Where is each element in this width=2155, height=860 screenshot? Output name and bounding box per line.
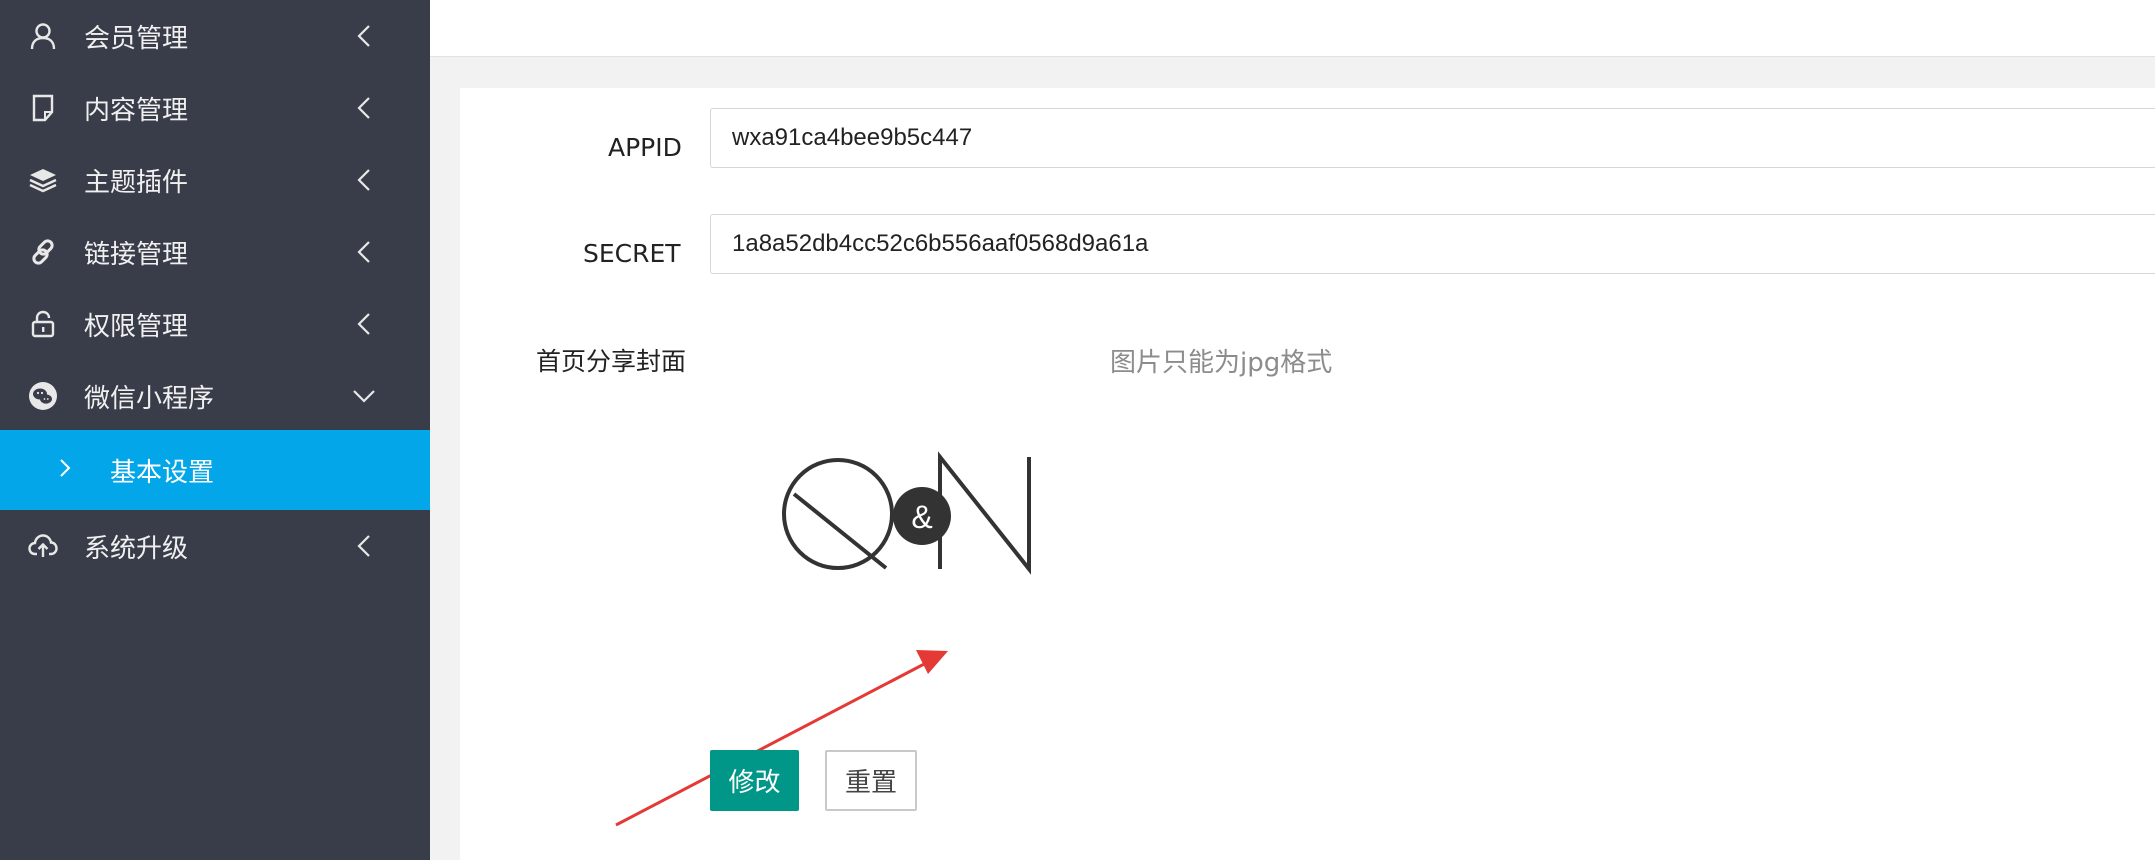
- cloud-upload-icon: [28, 531, 58, 561]
- appid-label: APPID: [608, 133, 682, 162]
- user-icon: [28, 21, 58, 51]
- sidebar-item-content[interactable]: 内容管理: [0, 72, 430, 144]
- sidebar-item-label: 权限管理: [84, 311, 189, 342]
- chevron-left-icon: [350, 238, 378, 266]
- sidebar-subitem-basic-settings[interactable]: 基本设置: [0, 430, 430, 510]
- wechat-icon: [28, 381, 58, 411]
- logo-ampersand: &: [911, 499, 932, 535]
- sidebar-item-wechat-miniprogram[interactable]: 微信小程序: [0, 360, 430, 432]
- chevron-left-icon: [350, 166, 378, 194]
- sidebar-item-links[interactable]: 链接管理: [0, 216, 430, 288]
- sidebar-item-member[interactable]: 会员管理: [0, 0, 430, 72]
- sidebar-item-label: 内容管理: [84, 95, 189, 126]
- document-icon: [28, 93, 58, 123]
- qn-logo-image: &: [782, 451, 1031, 575]
- sidebar-item-label: 主题插件: [84, 167, 189, 198]
- unlock-icon: [28, 309, 58, 339]
- sidebar-item-label: 系统升级: [84, 533, 189, 564]
- chevron-left-icon: [350, 94, 378, 122]
- reset-button[interactable]: 重置: [825, 750, 917, 811]
- settings-form: APPID wxa91ca4bee9b5c447 SECRET 1a8a52db…: [460, 88, 2155, 860]
- sidebar-item-system-upgrade[interactable]: 系统升级: [0, 510, 430, 582]
- submit-button[interactable]: 修改: [710, 750, 799, 811]
- chevron-left-icon: [350, 310, 378, 338]
- layers-icon: [28, 165, 58, 195]
- sidebar: 会员管理 内容管理 主题插件 链接管理 权限管理 微信小程序 基本设置 系统升级: [0, 0, 430, 860]
- chevron-left-icon: [350, 22, 378, 50]
- secret-input[interactable]: 1a8a52db4cc52c6b556aaf0568d9a61a: [710, 214, 2155, 274]
- sidebar-item-theme-plugins[interactable]: 主题插件: [0, 144, 430, 216]
- sidebar-item-permissions[interactable]: 权限管理: [0, 288, 430, 360]
- link-icon: [28, 237, 58, 267]
- sidebar-item-label: 链接管理: [84, 239, 189, 270]
- chevron-right-icon: [58, 456, 82, 484]
- cover-format-hint: 图片只能为jpg格式: [1110, 348, 1333, 378]
- sidebar-subitem-label: 基本设置: [110, 458, 215, 488]
- cover-image-upload[interactable]: &: [780, 448, 1045, 608]
- cover-label: 首页分享封面: [536, 347, 687, 376]
- sidebar-item-label: 微信小程序: [84, 383, 215, 414]
- secret-label: SECRET: [583, 239, 681, 268]
- top-header: [430, 0, 2155, 57]
- chevron-down-icon: [350, 382, 378, 410]
- chevron-left-icon: [350, 532, 378, 560]
- appid-input[interactable]: wxa91ca4bee9b5c447: [710, 108, 2155, 168]
- sidebar-item-label: 会员管理: [84, 23, 189, 54]
